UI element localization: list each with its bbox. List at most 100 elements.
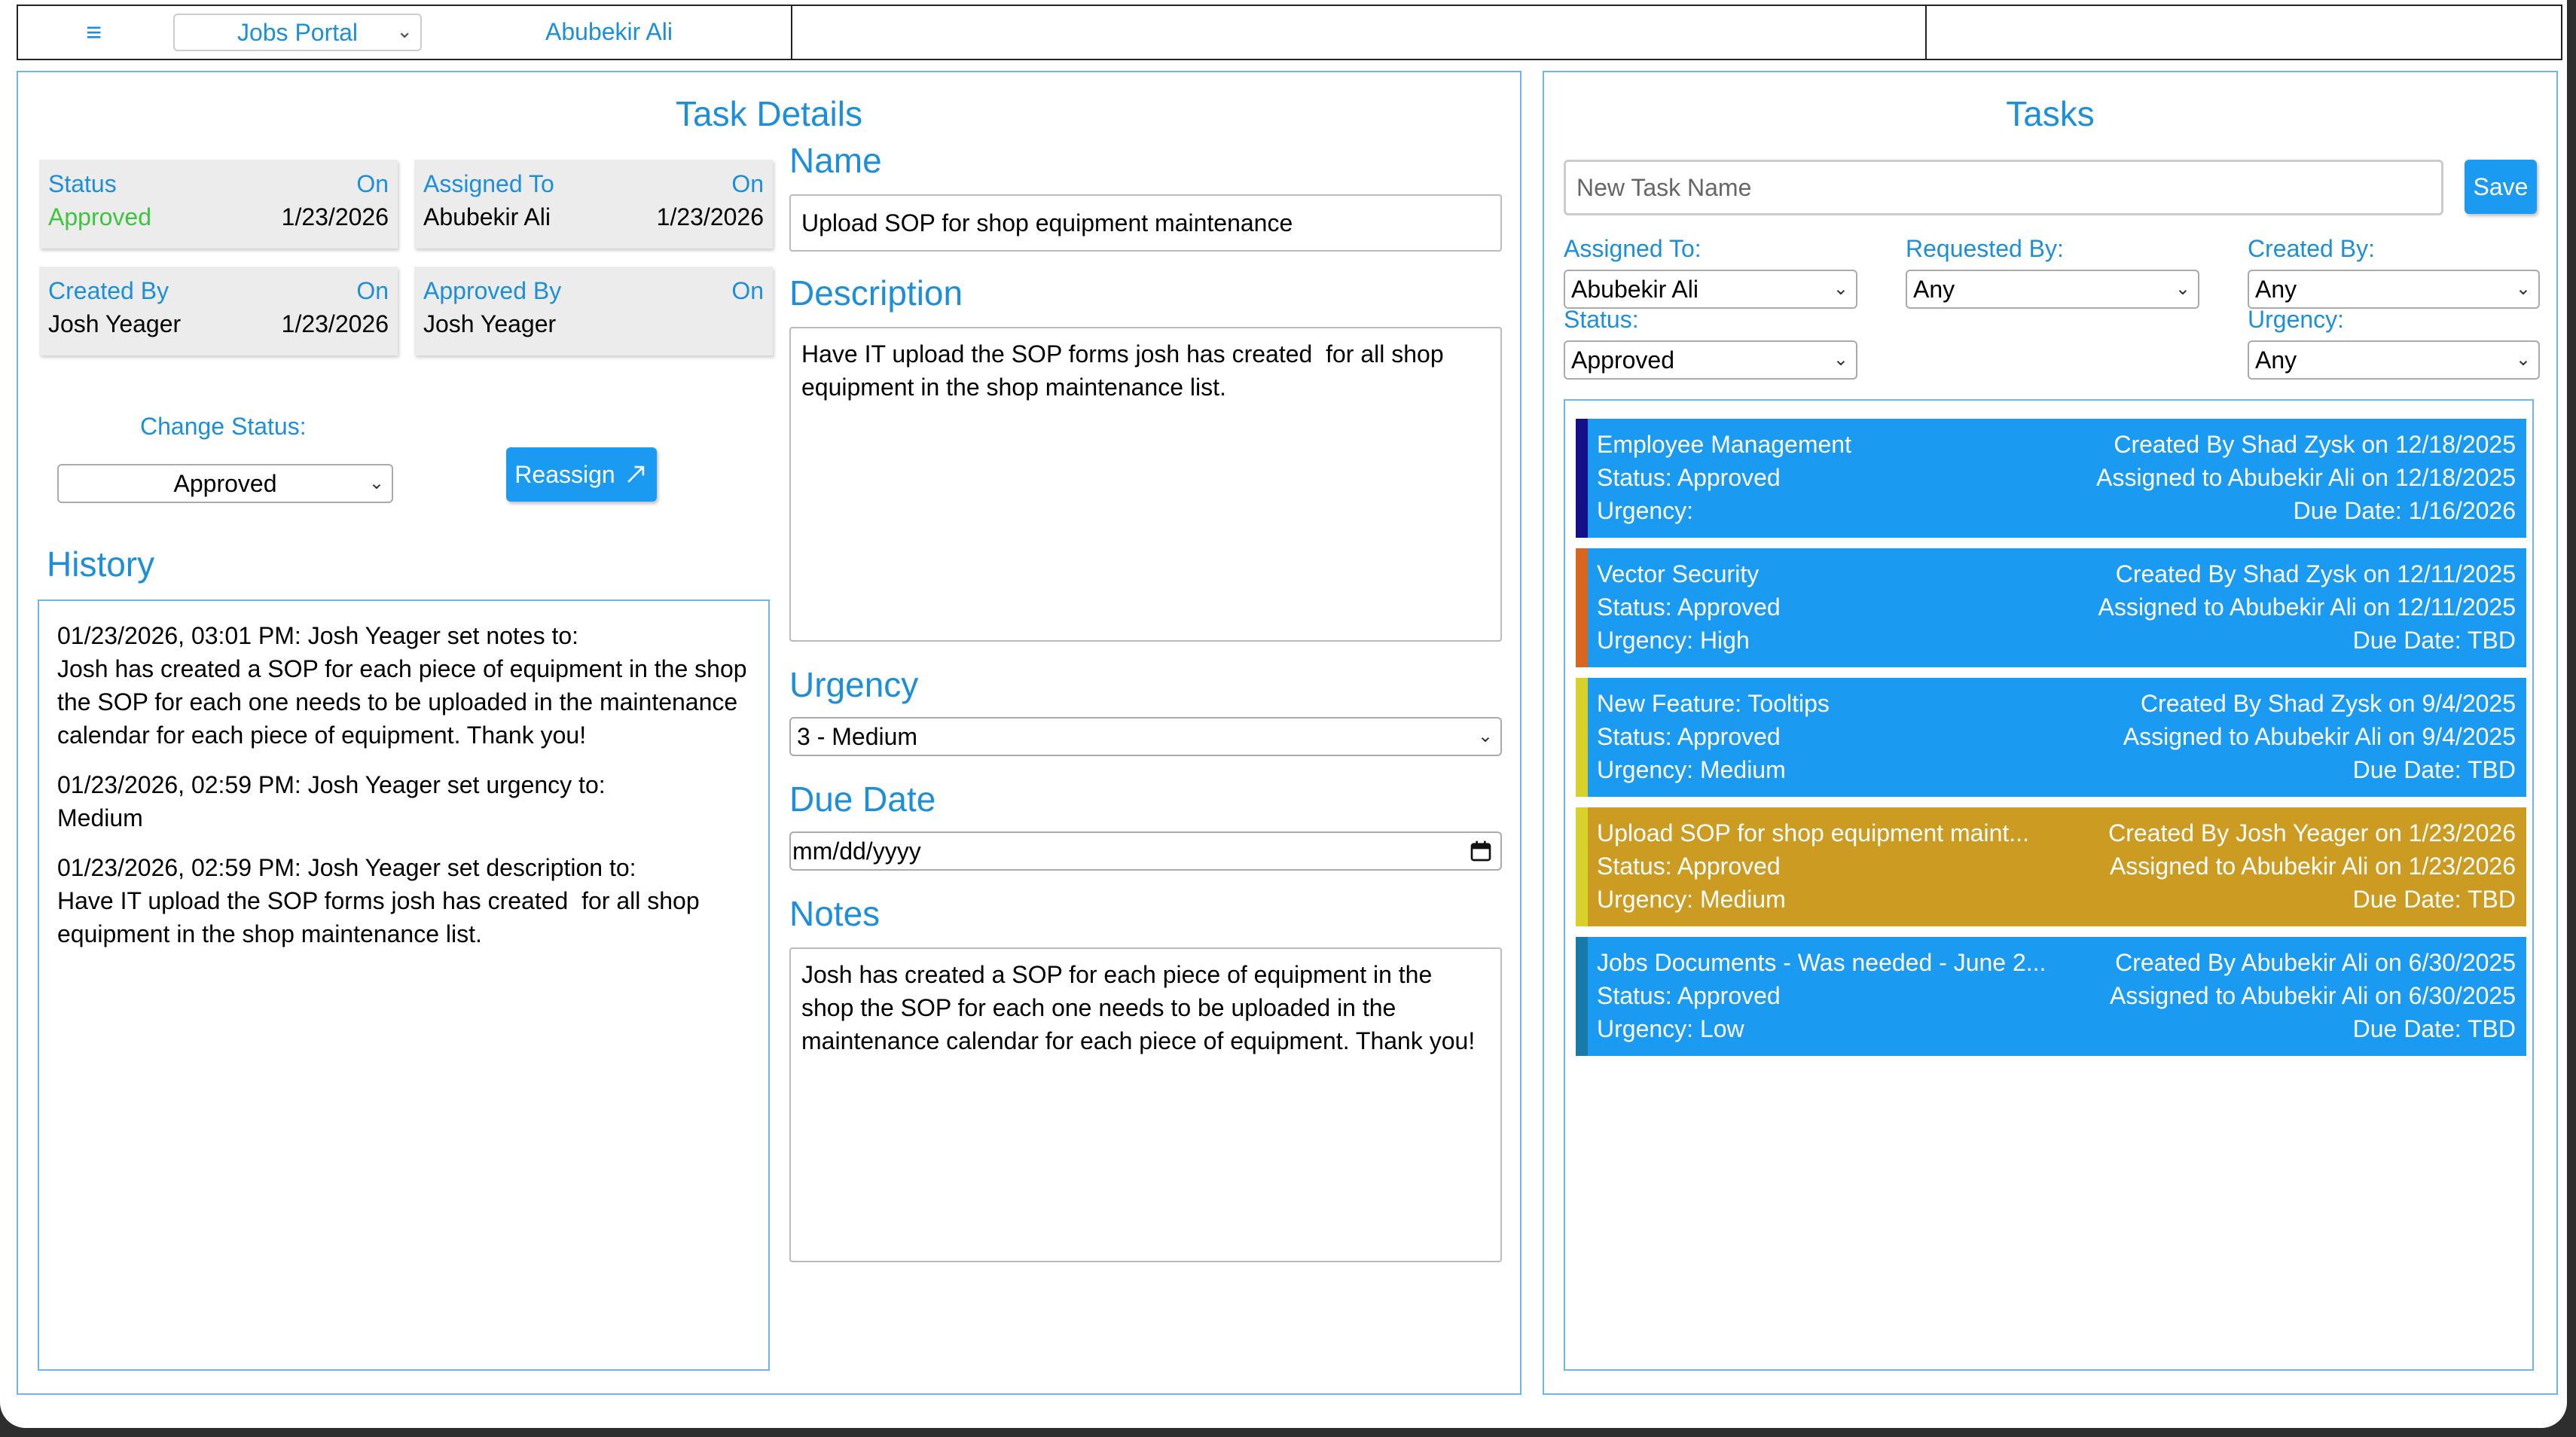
requested-filter-label: Requested By:	[1906, 235, 2064, 262]
task-status: Status: Approved	[1597, 982, 1781, 1009]
chevron-down-icon: ⌄	[1477, 725, 1493, 746]
assigned-card-on: On	[731, 170, 764, 197]
status-filter-value: Approved	[1571, 346, 1674, 374]
calendar-icon[interactable]	[1469, 839, 1493, 863]
change-status-select[interactable]: Approved ⌄	[57, 464, 393, 503]
task-card[interactable]: Employee Management Status: Approved Urg…	[1576, 419, 2526, 538]
urgency-filter-select[interactable]: Any ⌄	[2248, 340, 2540, 380]
new-task-input[interactable]: New Task Name	[1564, 160, 2443, 215]
task-status: Status: Approved	[1597, 853, 1781, 880]
urgency-label: Urgency	[789, 665, 919, 704]
task-assigned: Assigned to Abubekir Ali on 1/23/2026	[2109, 853, 2516, 880]
urgency-select[interactable]: 3 - Medium ⌄	[789, 717, 1502, 756]
reassign-button-label: Reassign	[514, 460, 615, 488]
status-card-date: 1/23/2026	[281, 203, 389, 230]
approved-card-on: On	[731, 277, 764, 304]
urgency-select-value: 3 - Medium	[797, 722, 918, 750]
assigned-card-label: Assigned To	[423, 170, 554, 197]
task-due-date: Due Date: TBD	[2352, 1015, 2516, 1042]
created-card: Created By On Josh Yeager 1/23/2026	[39, 267, 398, 355]
description-textarea[interactable]: Have IT upload the SOP forms josh has cr…	[789, 327, 1502, 642]
save-button[interactable]: Save	[2465, 160, 2537, 214]
app-selector-label: Jobs Portal	[237, 18, 359, 46]
hamburger-menu-icon[interactable]: ≡	[86, 17, 102, 48]
current-user[interactable]: Abubekir Ali	[545, 18, 673, 46]
task-assigned: Assigned to Abubekir Ali on 9/4/2025	[2123, 723, 2516, 750]
task-created: Created By Shad Zysk on 12/18/2025	[2114, 431, 2516, 458]
task-urgency: Urgency: High	[1597, 627, 1750, 654]
urgency-filter-label: Urgency:	[2248, 306, 2345, 333]
history-entry: 01/23/2026, 03:01 PM: Josh Yeager set no…	[57, 622, 747, 749]
chevron-down-icon: ⌄	[2515, 349, 2531, 370]
top-bar-left: ≡ Jobs Portal ⌄ Abubekir Ali	[18, 6, 792, 59]
task-card[interactable]: Upload SOP for shop equipment maint... S…	[1576, 807, 2526, 926]
due-date-label: Due Date	[789, 780, 936, 819]
notes-textarea[interactable]: Josh has created a SOP for each piece of…	[789, 947, 1502, 1262]
assigned-card-value: Abubekir Ali	[423, 203, 551, 230]
task-due-date: Due Date: TBD	[2352, 886, 2516, 913]
chevron-down-icon: ⌄	[396, 20, 413, 42]
task-created: Created By Abubekir Ali on 6/30/2025	[2115, 949, 2516, 976]
created-card-value: Josh Yeager	[48, 310, 182, 337]
change-status-value: Approved	[173, 469, 277, 497]
chevron-down-icon: ⌄	[1833, 278, 1848, 299]
task-assigned: Assigned to Abubekir Ali on 6/30/2025	[2109, 982, 2516, 1009]
task-urgency-bar	[1576, 419, 1588, 538]
task-created: Created By Shad Zysk on 12/11/2025	[2115, 560, 2516, 587]
created-card-date: 1/23/2026	[281, 310, 389, 337]
created-card-on: On	[356, 277, 389, 304]
task-title: New Feature: Tooltips	[1597, 690, 1830, 717]
task-urgency: Urgency: Medium	[1597, 756, 1786, 783]
top-bar-right	[1927, 6, 2561, 59]
assigned-filter-label: Assigned To:	[1564, 235, 1702, 262]
task-title: Jobs Documents - Was needed - June 2...	[1597, 949, 2046, 976]
task-title: Employee Management	[1597, 431, 1851, 458]
change-status-label: Change Status:	[140, 413, 307, 440]
name-input[interactable]: Upload SOP for shop equipment maintenanc…	[789, 194, 1502, 252]
task-card[interactable]: New Feature: Tooltips Status: Approved U…	[1576, 678, 2526, 797]
task-card[interactable]: Vector Security Status: Approved Urgency…	[1576, 548, 2526, 667]
created-filter-label: Created By:	[2248, 235, 2375, 262]
due-date-input[interactable]: mm/dd/yyyy	[789, 831, 1502, 871]
task-status: Status: Approved	[1597, 723, 1781, 750]
task-urgency: Urgency:	[1597, 497, 1694, 524]
task-details-panel: Task Details Status On Approved 1/23/202…	[17, 71, 1521, 1395]
notes-label: Notes	[789, 894, 881, 933]
top-bar-middle	[792, 6, 1927, 59]
created-filter-select[interactable]: Any ⌄	[2248, 270, 2540, 309]
task-due-date: Due Date: TBD	[2352, 627, 2516, 654]
chevron-down-icon: ⌄	[2175, 278, 2190, 299]
reassign-button[interactable]: Reassign	[506, 447, 657, 502]
history-list: 01/23/2026, 03:01 PM: Josh Yeager set no…	[38, 600, 770, 1371]
task-details-title: Task Details	[676, 94, 862, 133]
history-entry: 01/23/2026, 02:59 PM: Josh Yeager set ur…	[57, 771, 606, 831]
urgency-filter-value: Any	[2255, 346, 2297, 374]
task-urgency: Urgency: Medium	[1597, 886, 1786, 913]
task-title: Upload SOP for shop equipment maint...	[1597, 819, 2029, 847]
task-status: Status: Approved	[1597, 593, 1781, 621]
status-card-on: On	[356, 170, 389, 197]
requested-filter-select[interactable]: Any ⌄	[1906, 270, 2199, 309]
task-due-date: Due Date: TBD	[2352, 756, 2516, 783]
approved-card-label: Approved By	[423, 277, 562, 304]
tasks-panel: Tasks New Task Name Save Assigned To: Ab…	[1543, 71, 2558, 1395]
top-bar: ≡ Jobs Portal ⌄ Abubekir Ali	[17, 5, 2562, 60]
approved-card-value: Josh Yeager	[423, 310, 557, 337]
status-filter-select[interactable]: Approved ⌄	[1564, 340, 1857, 380]
assigned-filter-select[interactable]: Abubekir Ali ⌄	[1564, 270, 1857, 309]
app-selector[interactable]: Jobs Portal ⌄	[173, 14, 422, 51]
status-card: Status On Approved 1/23/2026	[39, 160, 398, 249]
task-urgency-bar	[1576, 548, 1588, 667]
due-date-placeholder: mm/dd/yyyy	[792, 837, 921, 865]
task-urgency-bar	[1576, 937, 1588, 1056]
chevron-down-icon: ⌄	[368, 472, 384, 493]
task-status: Status: Approved	[1597, 464, 1781, 491]
assigned-card-date: 1/23/2026	[656, 203, 764, 230]
status-card-label: Status	[48, 170, 117, 197]
task-card[interactable]: Jobs Documents - Was needed - June 2... …	[1576, 937, 2526, 1056]
chevron-down-icon: ⌄	[2515, 278, 2531, 299]
assigned-filter-value: Abubekir Ali	[1571, 275, 1699, 303]
task-created: Created By Shad Zysk on 9/4/2025	[2140, 690, 2516, 717]
task-due-date: Due Date: 1/16/2026	[2293, 497, 2516, 524]
assigned-card: Assigned To On Abubekir Ali 1/23/2026	[414, 160, 773, 249]
